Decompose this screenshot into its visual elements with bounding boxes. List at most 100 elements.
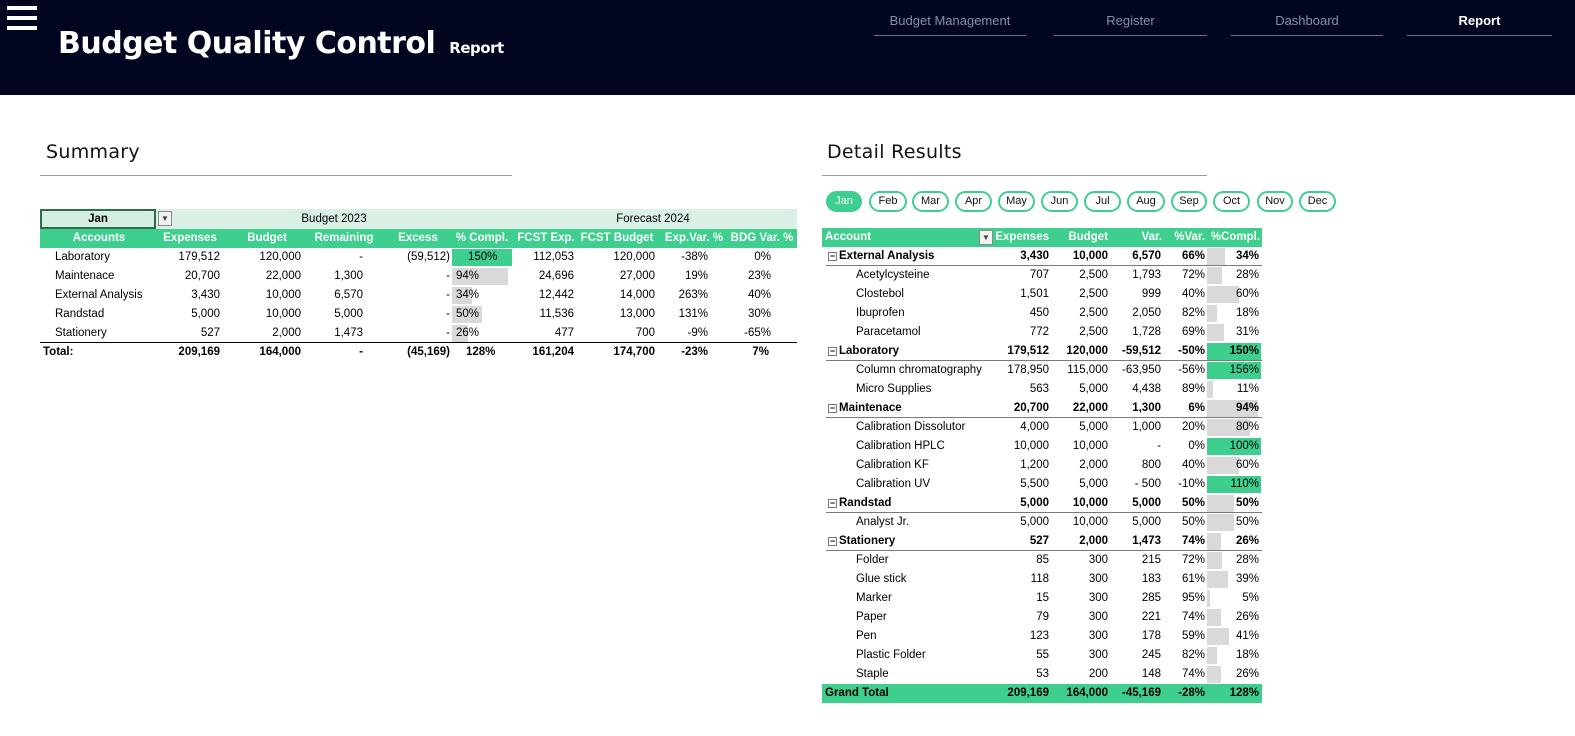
month-button-may[interactable]: May — [998, 191, 1035, 212]
minus-box-icon[interactable]: − — [828, 537, 837, 546]
detail-row: Plastic Folder 55 300 245 82% 18% — [822, 646, 1262, 665]
detail-row: Glue stick 118 300 183 61% 39% — [822, 570, 1262, 589]
nav-register[interactable]: Register — [1054, 12, 1207, 36]
summary-cell-bdg-var: 40% — [747, 289, 771, 301]
page-title: Budget Quality Control Report — [58, 26, 504, 61]
total-cell-fcst-exp: 161,204 — [532, 346, 574, 358]
detail-cell-expenses: 707 — [1029, 269, 1049, 281]
minus-box-icon[interactable]: − — [828, 252, 837, 261]
summary-cell-account: Stationery — [55, 327, 107, 339]
compl-value: 26% — [1235, 668, 1259, 680]
detail-cell-var: 1,793 — [1132, 269, 1161, 281]
detail-cell-compl: 5% — [1207, 589, 1261, 608]
col-exp-var: Exp.Var. % — [664, 232, 724, 244]
minus-box-icon[interactable]: − — [828, 347, 837, 356]
detail-cell-expenses: 772 — [1029, 326, 1049, 338]
detail-cell-budget: 2,500 — [1079, 288, 1108, 300]
detail-row: Calibration UV 5,500 5,000 - 500 -10% 110% — [822, 475, 1262, 494]
month-button-jan[interactable]: Jan — [826, 191, 862, 212]
total-cell-fcst-budget: 174,700 — [613, 346, 655, 358]
grand-total-compl: 128% — [1229, 687, 1259, 699]
minus-box-icon[interactable]: − — [828, 499, 837, 508]
dropdown-arrow-icon[interactable]: ▼ — [158, 211, 172, 226]
detail-cell-compl: 60% — [1207, 456, 1261, 475]
detail-row: Pen 123 300 178 59% 41% — [822, 627, 1262, 646]
detail-cell-var: 285 — [1141, 592, 1161, 604]
detail-cell-var: 2,050 — [1132, 307, 1161, 319]
detail-row: Ibuprofen 450 2,500 2,050 82% 18% — [822, 304, 1262, 323]
month-button-oct[interactable]: Oct — [1213, 191, 1250, 212]
account-label: External Analysis — [839, 250, 935, 262]
detail-cell-pvar: 74% — [1181, 611, 1205, 623]
dropdown-arrow-icon[interactable]: ▼ — [979, 230, 993, 245]
detail-row: Calibration HPLC 10,000 10,000 - 0% 100% — [822, 437, 1262, 456]
col-compl: %Compl. — [1210, 231, 1260, 243]
detail-cell-var: 1,300 — [1132, 402, 1161, 414]
nav-report[interactable]: Report — [1407, 12, 1552, 36]
month-button-feb[interactable]: Feb — [869, 191, 907, 212]
detail-cell-expenses: 527 — [1029, 535, 1049, 547]
compl-value: 34% — [1235, 250, 1259, 262]
month-button-apr[interactable]: Apr — [955, 191, 992, 212]
account-label: Randstad — [839, 497, 892, 509]
month-button-jul[interactable]: Jul — [1084, 191, 1121, 212]
nav-dashboard[interactable]: Dashboard — [1231, 12, 1383, 36]
summary-cell-expenses: 20,700 — [184, 270, 220, 282]
detail-cell-pvar: 82% — [1181, 307, 1205, 319]
summary-cell-excess: - — [446, 270, 450, 282]
detail-cell-budget: 2,500 — [1079, 307, 1108, 319]
detail-cell-expenses: 53 — [1036, 668, 1049, 680]
compl-value: 28% — [1235, 554, 1259, 566]
col-expenses: Expenses — [163, 232, 217, 244]
summary-cell-account: Laboratory — [55, 251, 110, 263]
account-label: Ibuprofen — [856, 307, 905, 319]
account-label: Folder — [856, 554, 889, 566]
account-label: Paper — [856, 611, 887, 623]
nav-budget-management[interactable]: Budget Management — [874, 12, 1026, 36]
detail-cell-var: 183 — [1141, 573, 1161, 585]
total-cell-excess: (45,169) — [407, 346, 450, 358]
summary-row: Laboratory 179,512 120,000 - (59,512) 150% 112… — [40, 248, 797, 267]
grand-total-pvar: -28% — [1178, 687, 1205, 699]
detail-cell-var: 1,473 — [1132, 535, 1161, 547]
minus-box-icon[interactable]: − — [828, 404, 837, 413]
compl-value: 41% — [1235, 630, 1259, 642]
budget-group-label: Budget 2023 — [301, 213, 367, 225]
detail-row: Micro Supplies 563 5,000 4,438 89% 11% — [822, 380, 1262, 399]
summary-cell-compl: 50% — [452, 305, 512, 324]
group-row: − Stationery 527 2,000 1,473 74% 26% — [822, 532, 1262, 551]
month-button-dec[interactable]: Dec — [1299, 191, 1336, 212]
account-label: Calibration HPLC — [856, 440, 945, 452]
account-label: Laboratory — [839, 345, 900, 357]
summary-row: Stationery 527 2,000 1,473 -26% 477 700 -9% -65% — [40, 324, 797, 343]
compl-value: 11% — [1236, 383, 1259, 395]
grand-total-budget: 164,000 — [1066, 687, 1108, 699]
detail-cell-compl: 110% — [1207, 475, 1261, 494]
detail-cell-budget: 2,500 — [1079, 269, 1108, 281]
col-excess: Excess — [398, 232, 438, 244]
detail-cell-pvar: 72% — [1181, 554, 1205, 566]
detail-cell-expenses: 4,000 — [1020, 421, 1049, 433]
month-button-aug[interactable]: Aug — [1127, 191, 1165, 212]
summary-cell-bdg-var: 30% — [747, 308, 771, 320]
month-filter-cell[interactable]: Jan — [40, 209, 156, 229]
summary-cell-budget: 10,000 — [265, 289, 301, 301]
detail-cell-account: − Randstad — [828, 494, 998, 513]
summary-cell-budget: 2,000 — [272, 327, 301, 339]
summary-cell-exp-var: 131% — [678, 308, 708, 320]
month-button-sep[interactable]: Sep — [1171, 191, 1207, 212]
detail-cell-pvar: 89% — [1181, 383, 1205, 395]
month-button-jun[interactable]: Jun — [1041, 191, 1078, 212]
detail-column-header: Account ▼ Expenses Budget Var. %Var. %Co… — [822, 228, 1262, 247]
summary-cell-compl: 34% — [452, 286, 512, 305]
detail-cell-var: - 500 — [1134, 478, 1161, 490]
month-button-mar[interactable]: Mar — [912, 191, 949, 212]
detail-cell-compl: 11% — [1207, 380, 1261, 399]
col-remaining: Remaining — [314, 232, 374, 244]
detail-row: Calibration KF 1,200 2,000 800 40% 60% — [822, 456, 1262, 475]
month-button-nov[interactable]: Nov — [1257, 191, 1293, 212]
hamburger-menu-icon[interactable] — [7, 6, 37, 32]
detail-cell-expenses: 178,950 — [1007, 364, 1049, 376]
detail-cell-var: 178 — [1141, 630, 1161, 642]
detail-cell-budget: 22,000 — [1072, 402, 1108, 414]
